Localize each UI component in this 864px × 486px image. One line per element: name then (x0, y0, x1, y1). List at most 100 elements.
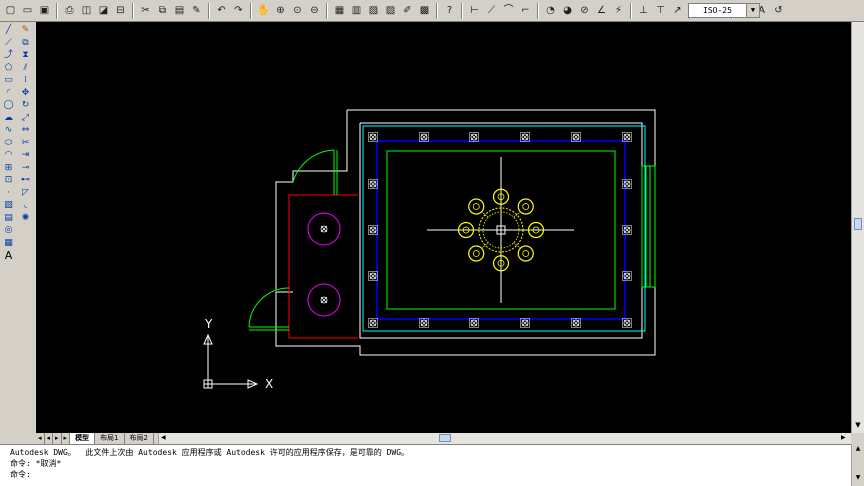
paste-icon[interactable]: ▤ (173, 4, 187, 18)
open-icon[interactable]: ▭ (21, 4, 35, 18)
scroll-up-icon[interactable]: ▲ (854, 445, 862, 453)
tool-palette-icon[interactable]: ▧ (367, 4, 381, 18)
array-icon[interactable]: ⁞ (19, 75, 32, 87)
arc-length-icon[interactable]: ⌒ (502, 4, 516, 18)
spotlight (469, 318, 479, 328)
zoom-realtime-icon[interactable]: ⊕ (274, 4, 288, 18)
break-icon[interactable]: ⊸ (19, 163, 32, 175)
scroll-thumb[interactable] (854, 218, 862, 230)
gradient-icon[interactable]: ▤ (2, 213, 15, 225)
explode-icon[interactable]: ✺ (19, 213, 32, 225)
construction-line-icon[interactable]: ⟋ (2, 38, 15, 50)
plot-icon[interactable]: ⊟ (114, 4, 128, 18)
polyline-icon[interactable]: ⤴ (2, 50, 15, 62)
tab-layout1[interactable]: 布局1 (95, 433, 125, 444)
tab-nav-last[interactable]: ▸ (61, 433, 71, 444)
tab-nav-first[interactable]: ◂ (36, 433, 45, 444)
point-icon[interactable]: · (2, 188, 15, 200)
zoom-window-icon[interactable]: ⊙ (291, 4, 305, 18)
scroll-right-icon[interactable]: ▶ (841, 434, 849, 442)
chamfer-icon[interactable]: ◸ (19, 188, 32, 200)
quick-dim-icon[interactable]: ⚡ (612, 4, 626, 18)
tab-nav-prev[interactable]: ◂ (44, 433, 54, 444)
polygon-icon[interactable]: ⬠ (2, 63, 15, 75)
scroll-down-icon[interactable]: ▼ (854, 420, 862, 430)
calc-icon[interactable]: ▩ (418, 4, 432, 18)
match-icon[interactable]: ✎ (190, 4, 204, 18)
zoom-previous-icon[interactable]: ⊖ (308, 4, 322, 18)
table-icon[interactable]: ▦ (2, 238, 15, 250)
radius-dim-icon[interactable]: ◔ (544, 4, 558, 18)
spotlight (622, 318, 632, 328)
copy-object-icon[interactable]: ⧉ (19, 38, 32, 50)
aligned-dim-icon[interactable]: ⟋ (485, 4, 499, 18)
tab-layout2[interactable]: 布局2 (124, 433, 154, 444)
rotate-icon[interactable]: ↻ (19, 100, 32, 112)
scroll-down-icon[interactable]: ▼ (854, 474, 862, 482)
tab-nav-next[interactable]: ▸ (53, 433, 62, 444)
erase-icon[interactable]: ✎ (19, 25, 32, 37)
dim-style-combo[interactable]: ISO-25 ▼ (688, 3, 760, 18)
ellipse-icon[interactable]: ⬭ (2, 138, 15, 150)
insert-block-icon[interactable]: ⊞ (2, 163, 15, 175)
save-icon[interactable]: ▣ (38, 4, 52, 18)
diameter-dim-icon[interactable]: ⊘ (578, 4, 592, 18)
linear-dim-icon[interactable]: ⊢ (468, 4, 482, 18)
new-icon[interactable]: ▢ (4, 4, 18, 18)
jogged-icon[interactable]: ◕ (561, 4, 575, 18)
extend-icon[interactable]: ⇥ (19, 150, 32, 162)
move-icon[interactable]: ✥ (19, 88, 32, 100)
spline-icon[interactable]: ∿ (2, 125, 15, 137)
qleader-icon[interactable]: ↗ (671, 4, 685, 18)
undo-icon[interactable]: ↶ (215, 4, 229, 18)
copy-icon[interactable]: ⧉ (156, 4, 170, 18)
drawing-canvas[interactable]: Y X (36, 22, 851, 433)
vertical-scrollbar[interactable]: ▼ (851, 22, 864, 433)
join-icon[interactable]: ⊷ (19, 175, 32, 187)
region-icon[interactable]: ◎ (2, 225, 15, 237)
hscroll-thumb[interactable] (439, 434, 451, 442)
horizontal-scrollbar[interactable]: ◀ ▶ (158, 433, 851, 444)
preview-icon[interactable]: ◫ (80, 4, 94, 18)
mirror-icon[interactable]: ⧗ (19, 50, 32, 62)
spotlight (520, 318, 530, 328)
tab-model[interactable]: 模型 (70, 433, 96, 444)
arc-icon[interactable]: ◜ (2, 88, 15, 100)
trim-icon[interactable]: ✂ (19, 138, 32, 150)
command-window[interactable]: Autodesk DWG。 此文件上次由 Autodesk 应用程序或 Auto… (0, 444, 851, 486)
properties-icon[interactable]: ▦ (333, 4, 347, 18)
command-scrollbar[interactable]: ▲ ▼ (851, 444, 864, 486)
scale-icon[interactable]: ⤢ (19, 113, 32, 125)
fillet-icon[interactable]: ◟ (19, 200, 32, 212)
cut-icon[interactable]: ✂ (139, 4, 153, 18)
rectangle-icon[interactable]: ▭ (2, 75, 15, 87)
line-icon[interactable]: ╱ (2, 25, 15, 37)
print-icon[interactable]: ⎙ (63, 4, 77, 18)
ellipse-arc-icon[interactable]: ◠ (2, 150, 15, 162)
design-center-icon[interactable]: ▥ (350, 4, 364, 18)
offset-icon[interactable]: ⫽ (19, 63, 32, 75)
chevron-down-icon[interactable]: ▼ (746, 4, 759, 17)
circle-icon[interactable]: ◯ (2, 100, 15, 112)
markup-icon[interactable]: ✐ (401, 4, 415, 18)
stretch-icon[interactable]: ⇔ (19, 125, 32, 137)
mtext-icon[interactable]: A (2, 250, 15, 262)
angular-dim-icon[interactable]: ∠ (595, 4, 609, 18)
publish-icon[interactable]: ◪ (97, 4, 111, 18)
pan-icon[interactable]: ✋ (257, 4, 271, 18)
drawing-svg: Y X (203, 109, 656, 391)
dim-update-icon[interactable]: ↺ (772, 4, 786, 18)
revcloud-icon[interactable]: ☁ (2, 113, 15, 125)
help-icon[interactable]: ? (443, 4, 457, 18)
toolbar-separator (132, 2, 134, 19)
hatch-icon[interactable]: ▨ (2, 200, 15, 212)
continue-dim-icon[interactable]: ⊤ (654, 4, 668, 18)
modify-toolbar: ✎ ⧉ ⧗ ⫽ ⁞ ✥ ↻ ⤢ ⇔ ✂ ⇥ ⊸ ⊷ ◸ ◟ ✺ (17, 22, 34, 252)
make-block-icon[interactable]: ⊡ (2, 175, 15, 187)
command-prompt[interactable]: 命令: (10, 469, 851, 480)
redo-icon[interactable]: ↷ (232, 4, 246, 18)
sheet-set-icon[interactable]: ▨ (384, 4, 398, 18)
scroll-left-icon[interactable]: ◀ (161, 434, 169, 442)
baseline-dim-icon[interactable]: ⊥ (637, 4, 651, 18)
ordinate-dim-icon[interactable]: ⌐ (519, 4, 533, 18)
